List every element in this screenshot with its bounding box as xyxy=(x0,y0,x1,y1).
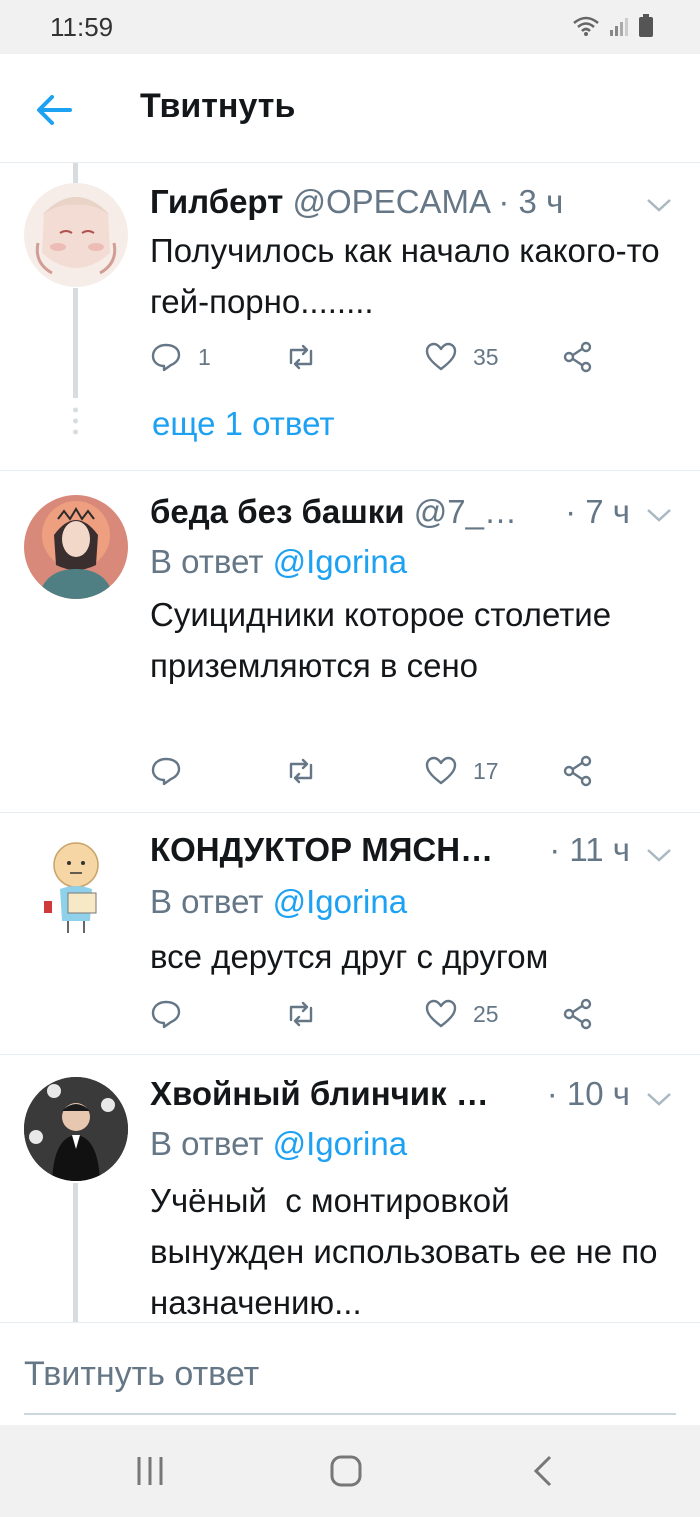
user-handle[interactable]: @OPECAMA xyxy=(293,183,490,220)
tweet-3[interactable]: КОНДУКТОР МЯСН… · 11 ч В ответ @Igorina … xyxy=(0,813,700,1055)
status-bar: 11:59 xyxy=(0,0,700,54)
reply-button[interactable] xyxy=(150,755,182,787)
avatar[interactable] xyxy=(24,1077,128,1181)
retweet-icon xyxy=(289,758,313,784)
share-button[interactable] xyxy=(562,998,594,1030)
reply-button[interactable]: 1 xyxy=(150,341,211,373)
heart-icon xyxy=(425,756,457,785)
tweet-time: · 11 ч xyxy=(549,831,630,868)
status-time: 11:59 xyxy=(50,12,114,42)
reply-composer: Твитнуть ответ xyxy=(0,1322,700,1426)
tweet-actions: 25 xyxy=(150,998,610,1038)
share-button[interactable] xyxy=(562,341,594,373)
share-icon xyxy=(563,755,592,787)
chevron-down-icon[interactable] xyxy=(644,195,674,215)
tweet-time: · 3 ч xyxy=(498,183,564,220)
display-name[interactable]: беда без башки xyxy=(150,493,405,530)
reply-prefix: В ответ xyxy=(150,543,264,580)
back-icon[interactable] xyxy=(524,1451,564,1491)
tweet-text: Получилось как начало какого-то гей-порн… xyxy=(150,232,660,320)
reply-count: 1 xyxy=(198,343,211,370)
avatar[interactable] xyxy=(24,183,128,287)
display-name[interactable]: Гилберт xyxy=(150,183,283,220)
retweet-button[interactable] xyxy=(285,341,317,373)
tweet-2[interactable]: беда без башки @7_… · 7 ч В ответ @Igori… xyxy=(0,471,700,813)
mention-link[interactable]: @Igorina xyxy=(273,1125,407,1162)
tweet-header: беда без башки @7_… xyxy=(150,493,630,531)
home-icon[interactable] xyxy=(326,1451,366,1491)
reply-prefix: В ответ xyxy=(150,1125,264,1162)
page-title: Твитнуть xyxy=(140,87,296,125)
like-button[interactable]: 35 xyxy=(425,341,499,373)
signal-icon xyxy=(610,18,628,36)
retweet-icon xyxy=(289,1001,313,1027)
tweet-time: · 7 ч xyxy=(565,493,630,530)
mention-link[interactable]: @Igorina xyxy=(273,883,407,920)
heart-icon xyxy=(425,342,457,371)
recent-apps-icon[interactable] xyxy=(130,1451,170,1491)
like-count: 25 xyxy=(473,1000,499,1027)
back-arrow-icon[interactable] xyxy=(30,86,78,134)
reply-icon xyxy=(151,343,181,372)
mention-link[interactable]: @Igorina xyxy=(273,543,407,580)
reply-context: В ответ @Igorina xyxy=(150,883,407,921)
share-icon xyxy=(563,998,592,1030)
system-nav-bar xyxy=(0,1425,700,1517)
tweet-text: все дерутся друг с другом xyxy=(150,938,549,975)
tweet-actions: 17 xyxy=(150,755,610,795)
more-replies-link[interactable]: еще 1 ответ xyxy=(152,405,334,443)
battery-icon xyxy=(639,14,653,37)
user-handle[interactable]: @7_… xyxy=(414,493,517,530)
display-name[interactable]: КОНДУКТОР МЯСН… xyxy=(150,831,493,868)
thread-line xyxy=(73,288,78,398)
input-underline xyxy=(24,1413,676,1415)
share-icon xyxy=(563,341,592,373)
avatar[interactable] xyxy=(24,833,128,937)
like-button[interactable]: 17 xyxy=(425,755,499,787)
chevron-down-icon[interactable] xyxy=(644,505,674,525)
like-button[interactable]: 25 xyxy=(425,998,499,1030)
tweet-1[interactable]: Гилберт @OPECAMA · 3 ч Получилось как на… xyxy=(0,163,700,471)
share-button[interactable] xyxy=(562,755,594,787)
thread-line xyxy=(73,1183,78,1322)
reply-prefix: В ответ xyxy=(150,883,264,920)
avatar[interactable] xyxy=(24,495,128,599)
thread-line xyxy=(73,163,78,183)
reply-icon xyxy=(151,757,181,786)
tweet-text: Суицидники которое столетие приземляются… xyxy=(150,596,612,684)
reply-input[interactable]: Твитнуть ответ xyxy=(24,1355,259,1394)
like-count: 17 xyxy=(473,757,499,784)
reply-context: В ответ @Igorina xyxy=(150,543,407,581)
tweet-actions: 1 35 xyxy=(150,341,610,381)
tweet-text: Учёный с монтировкой вынужден использова… xyxy=(150,1182,667,1321)
heart-icon xyxy=(425,999,457,1028)
chevron-down-icon[interactable] xyxy=(644,1089,674,1109)
tweet-4[interactable]: Хвойный блинчик … · 10 ч В ответ @Igorin… xyxy=(0,1055,700,1322)
reply-button[interactable] xyxy=(150,998,182,1030)
retweet-button[interactable] xyxy=(285,998,317,1030)
tweet-time: · 10 ч xyxy=(546,1075,630,1112)
display-name[interactable]: Хвойный блинчик … xyxy=(150,1075,489,1112)
reply-icon xyxy=(151,1000,181,1029)
like-count: 35 xyxy=(473,343,499,370)
wifi-icon xyxy=(573,16,599,36)
reply-context: В ответ @Igorina xyxy=(150,1125,407,1163)
retweet-icon xyxy=(289,344,313,370)
retweet-button[interactable] xyxy=(285,755,317,787)
chevron-down-icon[interactable] xyxy=(644,845,674,865)
thread-dots xyxy=(73,407,78,435)
tweet-header: Гилберт @OPECAMA · 3 ч xyxy=(150,183,630,221)
status-icons xyxy=(572,14,654,38)
top-bar: Твитнуть xyxy=(0,54,700,163)
